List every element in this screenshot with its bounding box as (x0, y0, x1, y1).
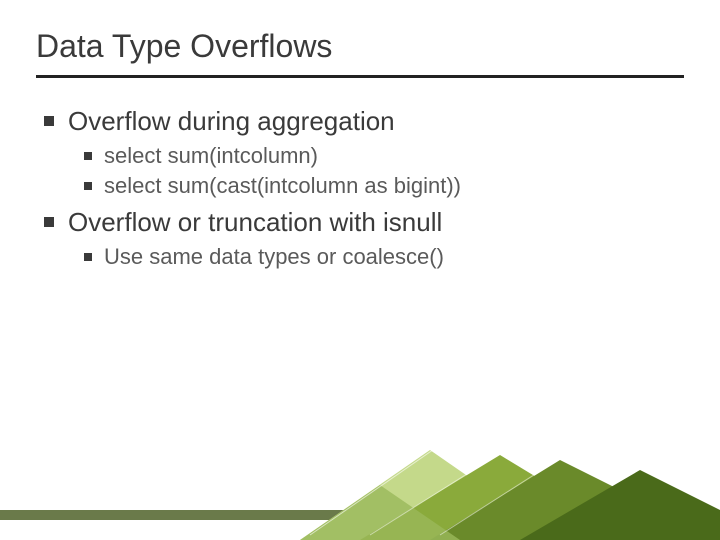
square-bullet-icon (84, 182, 92, 190)
bullet-text: select sum(intcolumn) (104, 143, 318, 169)
square-bullet-icon (84, 152, 92, 160)
bullet-level1: Overflow or truncation with isnull (44, 207, 684, 238)
square-bullet-icon (44, 217, 54, 227)
square-bullet-icon (84, 253, 92, 261)
square-bullet-icon (44, 116, 54, 126)
slide: Data Type Overflows Overflow during aggr… (0, 0, 720, 540)
footer-decorative-graphic (0, 450, 720, 540)
bullet-text: Use same data types or coalesce() (104, 244, 444, 270)
bullet-text: select sum(cast(intcolumn as bigint)) (104, 173, 461, 199)
slide-title: Data Type Overflows (36, 28, 684, 78)
bullet-level2: select sum(cast(intcolumn as bigint)) (84, 173, 684, 199)
bullet-level2: select sum(intcolumn) (84, 143, 684, 169)
bullet-text: Overflow or truncation with isnull (68, 207, 442, 238)
bullet-level2: Use same data types or coalesce() (84, 244, 684, 270)
bullet-level1: Overflow during aggregation (44, 106, 684, 137)
bullet-text: Overflow during aggregation (68, 106, 395, 137)
